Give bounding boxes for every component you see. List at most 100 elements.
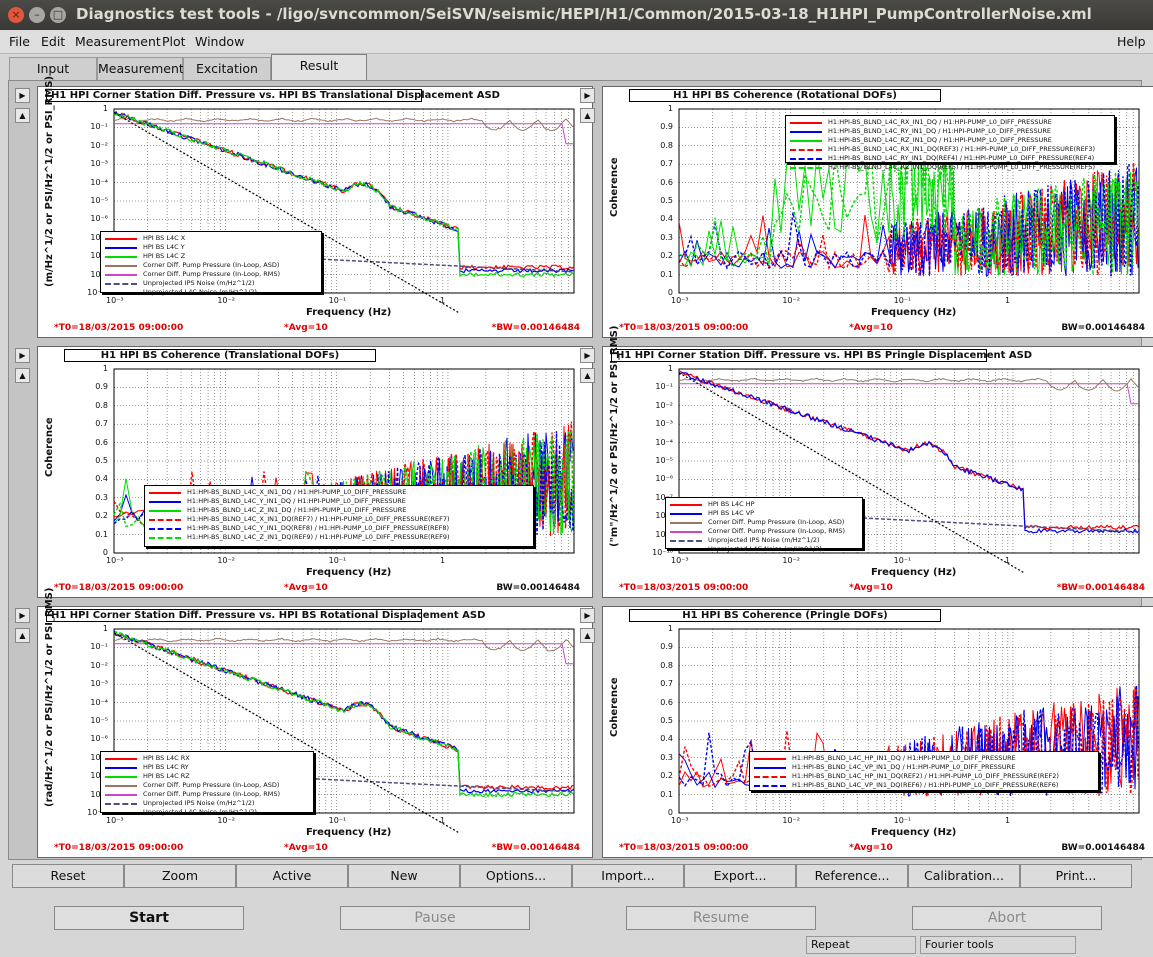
window-close-button[interactable]: × [8,7,24,23]
pause-button[interactable]: Pause [340,906,530,930]
legend-swatch [105,775,137,778]
reset-button[interactable]: Reset [12,864,124,888]
legend-entry: Unprojected L4C Noise (m/Hz^1/2) [670,545,858,554]
new-button[interactable]: New [348,864,460,888]
plot-legend[interactable]: HPI BS L4C RX HPI BS L4C RY HPI BS L4C RZ C… [100,751,314,816]
pane-expand-button[interactable]: ▶ [580,88,595,103]
reference-button[interactable]: Reference... [796,864,908,888]
plot-title[interactable]: H1 HPI Corner Station Diff. Pressure vs.… [46,609,485,622]
legend-label: Corner Diff. Pump Pressure (In-Loop, ASD… [143,781,280,789]
y-axis-label: (m/Hz^1/2 or PSI/Hz^1/2 or PSI_RMS) [44,75,55,287]
y-tick-label: 0.1 [95,529,108,539]
pane-collapse-button[interactable]: ▲ [580,628,595,643]
legend-entry: H1:HPI-BS_BLND_L4C_RZ_IN1_DQ / H1:HPI-PU… [790,136,1110,145]
plot-legend[interactable]: HPI BS L4C X HPI BS L4C Y HPI BS L4C Z Corn… [100,231,322,296]
menu-edit[interactable]: Edit [41,34,65,49]
zoom-button[interactable]: Zoom [124,864,236,888]
plot-legend[interactable]: H1:HPI-BS_BLND_L4C_X_IN1_DQ / H1:HPI-PUM… [144,485,534,547]
tab-measurement[interactable]: Measurement [97,57,184,80]
legend-entry: H1:HPI-BS_BLND_L4C_RX_IN1_DQ / H1:HPI-PU… [790,118,1110,127]
plot-title[interactable]: H1 HPI Corner Station Diff. Pressure vs.… [46,89,500,102]
menu-file[interactable]: File [9,34,30,49]
pane-expand-button[interactable]: ▶ [15,608,30,623]
trace-pressure-rms [114,123,574,145]
plot-title[interactable]: H1 HPI BS Coherence (Rotational DOFs) [629,89,941,102]
x-axis-label: Frequency (Hz) [306,307,392,318]
legend-swatch [105,291,137,294]
average-label: *Avg=10 [284,323,328,333]
legend-entry: HPI BS L4C RY [105,763,309,772]
plot-canvas[interactable]: 10⁻³ 10⁻² 10⁻¹ 1 1 0.9 0.8 0.7 0.6 0.5 0.4 0.3 0.2 0.… [37,346,593,598]
pane-collapse-button[interactable]: ▲ [15,108,30,123]
y-tick-label: 10⁻³ [655,419,673,429]
pane-collapse-button[interactable]: ▲ [15,628,30,643]
bandwidth-label: BW=0.00146484 [496,583,580,593]
plot-canvas[interactable]: 10⁻³ 10⁻² 10⁻¹ 1 1 10⁻¹ 10⁻² 10⁻³ 10⁻⁴ 10⁻⁵ 10⁻⁶ 10… [602,326,1153,598]
plot-canvas[interactable]: 10⁻³ 10⁻² 10⁻¹ 1 1 10⁻¹ 10⁻² 10⁻³ 10⁻⁴ 10⁻⁵ 10⁻⁶ 10… [37,588,593,858]
pane-collapse-button[interactable]: ▲ [580,108,595,123]
plot-legend[interactable]: HPI BS L4C HP HPI BS L4C VP Corner Diff. P… [665,497,863,553]
pane-collapse-button[interactable]: ▲ [580,368,595,383]
calibration-button[interactable]: Calibration... [908,864,1020,888]
legend-entry: Corner Diff. Pump Pressure (In-Loop, ASD… [105,781,309,790]
y-tick-label: 0.5 [660,196,673,205]
plot-title[interactable]: H1 HPI BS Coherence (Translational DOFs) [64,349,376,362]
y-tick-label: 0.5 [95,456,108,465]
print-button[interactable]: Print... [1020,864,1132,888]
plot-canvas[interactable]: 10⁻³ 10⁻² 10⁻¹ 1 1 0.9 0.8 0.7 0.6 0.5 0.4 0.3 0.2 0.… [602,86,1153,338]
status-bar: Repeat Fourier tools [0,934,1153,957]
run-control-bar: Start Pause Resume Abort [0,904,1153,932]
resume-button[interactable]: Resume [626,906,816,930]
export-button[interactable]: Export... [684,864,796,888]
pane-expand-button[interactable]: ▶ [580,608,595,623]
menu-plot[interactable]: Plot [162,34,186,49]
active-button[interactable]: Active [236,864,348,888]
pane-collapse-button[interactable]: ▲ [15,368,30,383]
average-label: *Avg=10 [284,843,328,853]
menu-window[interactable]: Window [195,34,244,49]
x-axis-label: Frequency (Hz) [871,307,957,318]
pane-expand-button[interactable]: ▶ [15,348,30,363]
window-maximize-button[interactable]: □ [50,7,66,23]
tab-excitation[interactable]: Excitation [183,57,271,80]
y-tick-label: 0.4 [660,734,673,744]
x-tick-label: 10⁻¹ [328,296,347,305]
options-button[interactable]: Options... [460,864,572,888]
legend-entry: Corner Diff. Pump Pressure (In-Loop, RMS… [670,527,858,536]
x-tick-label: 1 [439,556,446,565]
legend-label: Corner Diff. Pump Pressure (In-Loop, RMS… [143,270,281,278]
import-button[interactable]: Import... [572,864,684,888]
plot-canvas[interactable]: 10⁻³ 10⁻² 10⁻¹ 1 1 0.9 0.8 0.7 0.6 0.5 0.4 0.3 0.2 0.… [602,606,1153,858]
legend-entry: Corner Diff. Pump Pressure (In-Loop, RMS… [105,790,309,799]
legend-entry: HPI BS L4C HP [670,500,858,509]
start-time-label: *T0=18/03/2015 09:00:00 [619,583,749,593]
legend-entry: Unprojected L4C Noise (m/Hz^1/2) [105,808,309,817]
pane-expand-button[interactable]: ▶ [580,348,595,363]
plot-legend[interactable]: H1:HPI-BS_BLND_L4C_RX_IN1_DQ / H1:HPI-PU… [785,115,1115,171]
legend-swatch [105,811,137,814]
window-minimize-button[interactable]: – [29,7,45,23]
legend-label: Unprojected L4C Noise (m/Hz^1/2) [143,808,257,816]
plot-legend[interactable]: H1:HPI-BS_BLND_L4C_HP_IN1_DQ / H1:HPI-PU… [749,751,1099,791]
plot-canvas[interactable]: 10⁻³ 10⁻² 10⁻¹ 1 1 10⁻¹ 10⁻² 10⁻³ 10⁻⁴ 10⁻⁵ 10⁻⁶ 10… [37,76,593,338]
legend-label: Corner Diff. Pump Pressure (In-Loop, RMS… [143,790,281,798]
x-tick-label: 10⁻¹ [893,296,912,305]
x-tick-label: 10⁻² [217,816,235,825]
menu-help[interactable]: Help [1117,34,1146,49]
plot-button-bar: Reset Zoom Active New Options... Import.… [8,864,1134,888]
window-title: Diagnostics test tools - /ligo/svncommon… [76,5,1092,23]
abort-button[interactable]: Abort [912,906,1102,930]
legend-swatch [149,509,181,512]
plot-title[interactable]: H1 HPI Corner Station Diff. Pressure vs.… [611,349,1032,362]
x-tick-label: 10⁻² [217,556,235,565]
legend-swatch [670,530,702,533]
pane-expand-button[interactable]: ▶ [15,88,30,103]
trace-pressure-asd [678,377,1140,392]
bandwidth-label: *BW=0.00146484 [491,843,580,853]
menu-measurement[interactable]: Measurement [75,34,161,49]
legend-swatch [105,757,137,760]
plot-title[interactable]: H1 HPI BS Coherence (Pringle DOFs) [629,609,941,622]
tab-result[interactable]: Result [271,54,367,80]
legend-label: Corner Diff. Pump Pressure (In-Loop, RMS… [708,527,846,535]
start-button[interactable]: Start [54,906,244,930]
